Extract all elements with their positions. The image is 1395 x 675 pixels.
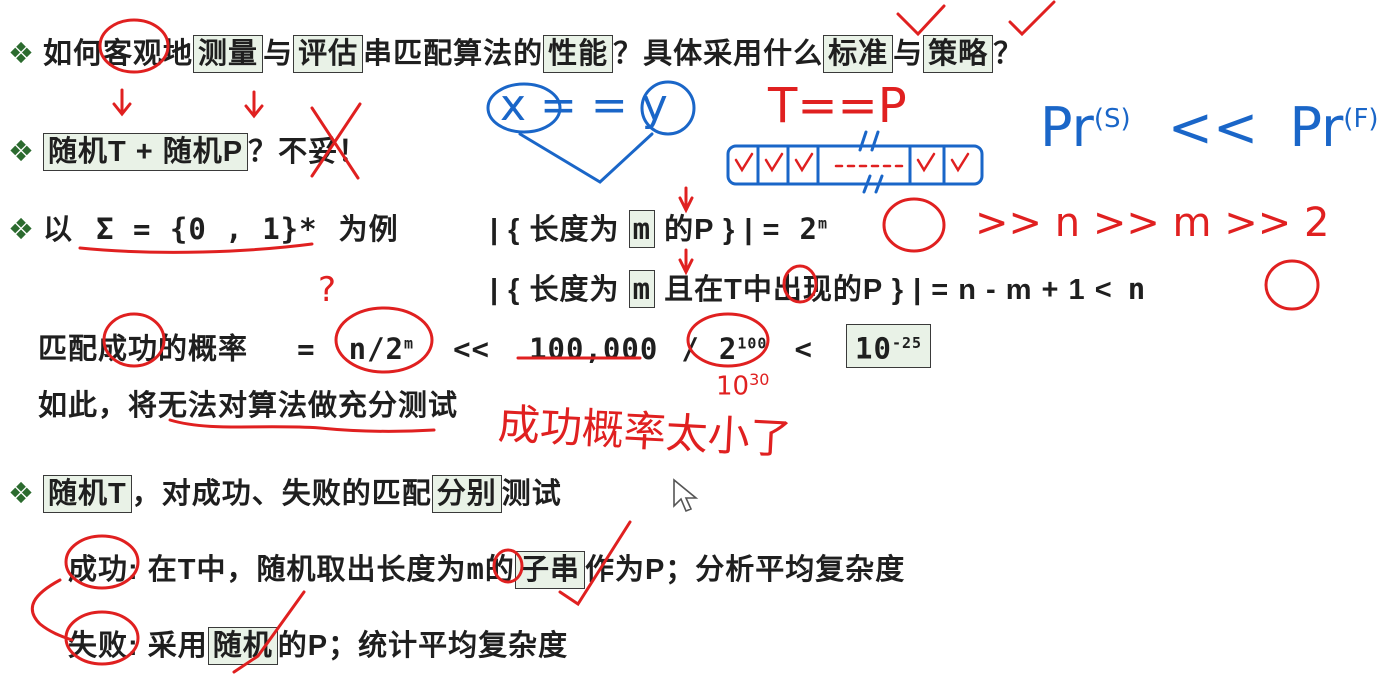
text: ？具体采用什么 (613, 38, 824, 70)
hw-t-equals-p: T==P (768, 78, 907, 134)
hw-probability-compare: Pr(S) << Pr(F) (1040, 96, 1379, 159)
text: | { 长度为 (490, 274, 620, 306)
text: 与 (263, 38, 294, 70)
conclusion-line: 如此，将无法对算法做充分测试 (38, 382, 458, 424)
hw-pr-s: Pr (1040, 96, 1094, 159)
question-line: ❖ 如何客观地 测量与评估 串匹配算法的 性能 ？具体采用什么 标准与策略？ (8, 30, 1023, 73)
hw-pr-f-sup: (F) (1343, 104, 1379, 134)
hw-x-equals-y: x = = y (500, 80, 668, 131)
result-base: 10 (855, 331, 892, 366)
ratio: n/2m (349, 332, 414, 366)
text: = (297, 331, 316, 366)
text: 测试 (501, 478, 562, 510)
failure-case-line: 失败: 采用 随机 的P；统计平均复杂度 (68, 622, 568, 665)
alphabet-definition: Σ = {0 , 1}* (96, 212, 318, 246)
text: 地 (163, 38, 194, 70)
hw-pr-s-sup: (S) (1093, 104, 1131, 134)
term-random-pair: 随机T + 随机P (43, 133, 249, 171)
bullet-icon: ❖ (8, 478, 35, 510)
hw-much-less: << (1167, 96, 1259, 159)
label-success: 成功 (68, 554, 129, 586)
success-probability-line: 匹配成功的概率 = n/2m << 100,000 / 2100 < 10-25 (38, 324, 932, 368)
circle-n (1264, 259, 1320, 311)
var-m: m (466, 552, 485, 586)
pow-exp: m (817, 214, 828, 233)
text-conclusion: 如此，将无法对算法做充分测试 (38, 390, 459, 422)
label-success-probability: 匹配成功的概率 (38, 333, 249, 366)
success-case-line: 成功: 在T中，随机取出长度为m的 子串 作为P；分析平均复杂度 (68, 546, 905, 589)
set-size-occurring: | { 长度为 m 且在T中出现的P } | = n - m + 1 < n (490, 266, 1146, 308)
text: 作为P；分析平均复杂度 (584, 554, 906, 586)
text: 以 (43, 214, 74, 246)
text: 的 (484, 554, 515, 586)
text-not-appropriate: ？不妥！ (248, 136, 369, 168)
result-exp: -25 (891, 334, 923, 352)
text-objective: 客观 (103, 38, 164, 70)
term-substring: 子串 (514, 551, 585, 589)
hw-thirty: 30 (749, 370, 770, 389)
var-n: n (1127, 272, 1147, 306)
text: 中出现的P } | = n - m + 1 < (742, 274, 1113, 306)
text: / (681, 331, 700, 366)
pow-2m: 2m (800, 212, 829, 246)
text: 的P } | = (664, 214, 781, 246)
value-100000: 100,000 (529, 331, 659, 366)
pow-exp: 100 (737, 334, 768, 352)
term-strategy: 策略 (923, 35, 994, 73)
hw-ten: 10 (716, 371, 750, 402)
text: ？ (993, 38, 1024, 70)
term-separately: 分别 (431, 475, 502, 513)
text: 为例 (338, 214, 399, 246)
term-evaluate: 评估 (293, 35, 364, 73)
var-m: m (628, 270, 656, 308)
hw-pr-f: Pr (1289, 96, 1344, 159)
term-performance: 性能 (543, 35, 614, 73)
var-T: T (724, 274, 743, 306)
hw-n-m-order: >> n >> m >> 2 (975, 200, 1330, 246)
bullet-icon: ❖ (8, 136, 35, 168)
pow-2-100: 2100 (719, 332, 768, 366)
term-measure: 测量 (193, 35, 264, 73)
term-random: 随机 (207, 627, 278, 665)
bullet-icon: ❖ (8, 214, 35, 246)
term-standard: 标准 (823, 35, 894, 73)
pow-base: 2 (718, 331, 738, 366)
bullet-icon: ❖ (8, 38, 35, 70)
hw-question-mark: ? (318, 270, 337, 310)
ratio-exp: m (404, 334, 415, 352)
result-box: 10-25 (846, 324, 932, 368)
ratio-base: n/2 (348, 331, 404, 366)
random-pair-line: ❖ 随机T + 随机P ？不妥！ (8, 128, 368, 171)
alphabet-line: ❖ 以 Σ = {0 , 1}* 为例 (8, 206, 399, 248)
pow-base: 2 (799, 212, 818, 246)
circle-2m (882, 197, 946, 253)
set-size-all: | { 长度为 m 的P } | = 2m (490, 206, 828, 248)
bracket (30, 578, 74, 642)
text: ，对成功、失败的匹配 (131, 478, 432, 510)
v-connector (518, 132, 654, 184)
hw-note-probability-too-small: 成功概率太小了 (496, 399, 793, 464)
text: < (794, 331, 813, 366)
arrow-down (112, 88, 132, 117)
text: 串匹配算法的 (363, 38, 544, 70)
arrow-down (244, 90, 264, 119)
text: : 在T中，随机取出长度为 (128, 554, 467, 586)
text: : 采用 (128, 630, 208, 662)
var-m: m (628, 210, 656, 248)
random-T-line: ❖ 随机T ，对成功、失败的匹配 分别 测试 (8, 470, 562, 513)
term-random-T: 随机T (43, 475, 132, 513)
mouse-cursor-icon (673, 478, 699, 513)
text: 的P；统计平均复杂度 (277, 630, 569, 662)
text: | { 长度为 (490, 214, 620, 246)
text: 如何 (43, 38, 104, 70)
text: 与 (893, 38, 924, 70)
label-failure: 失败 (68, 630, 129, 662)
check-array (726, 144, 984, 186)
text: << (453, 331, 491, 366)
lecture-slide: ❖ 如何客观地 测量与评估 串匹配算法的 性能 ？具体采用什么 标准与策略？ ❖ 随机T + … (0, 0, 1395, 675)
hw-ten-power-30: 1030 (716, 370, 769, 402)
text: 且在 (664, 274, 725, 306)
